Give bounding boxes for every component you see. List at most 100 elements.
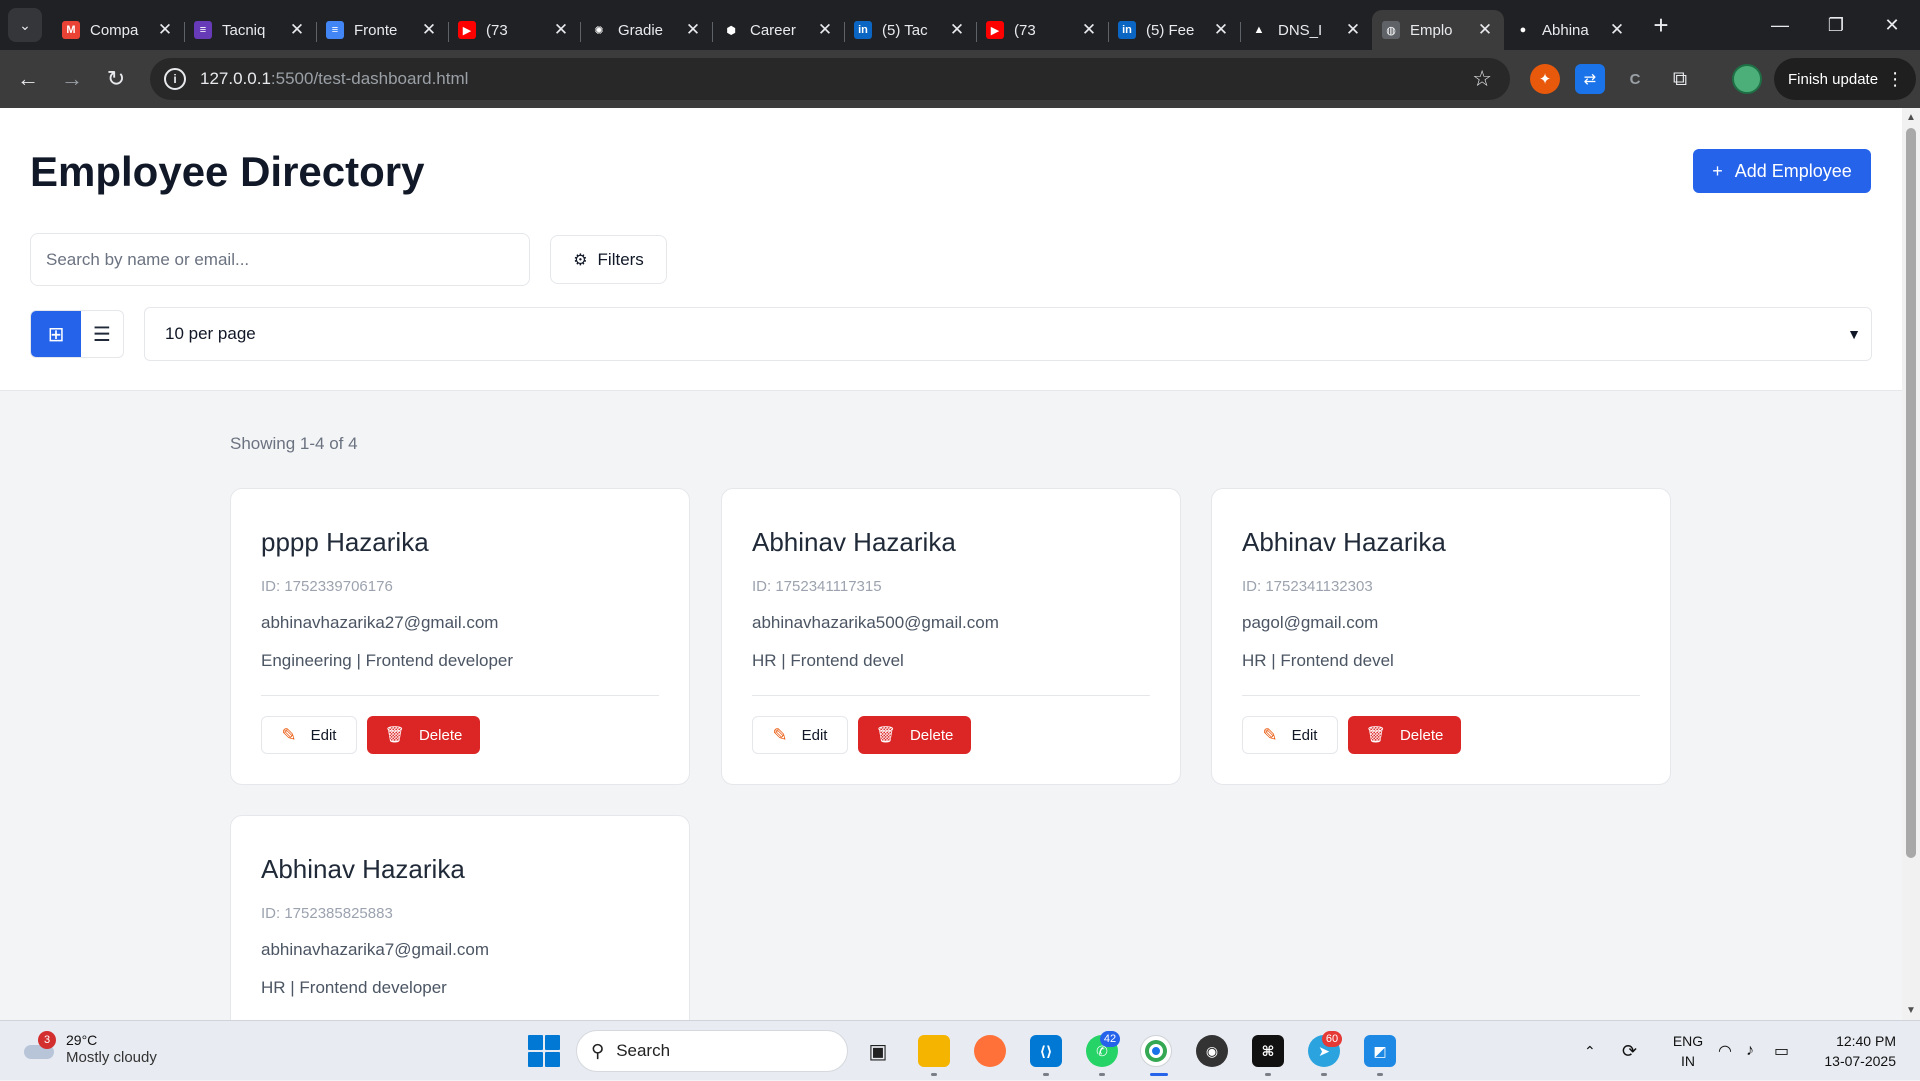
employee-card: Abhinav Hazarika ID: 1752341117315 abhinav… [721, 488, 1181, 785]
task-view-icon[interactable]: ▣ [862, 1035, 894, 1067]
browser-tab[interactable]: ✺ Gradie ✕ [580, 10, 712, 50]
firefox-icon[interactable] [974, 1035, 1006, 1067]
file-explorer-icon[interactable] [918, 1035, 950, 1067]
employee-id: ID: 1752341132303 [1242, 578, 1373, 595]
scroll-down-icon[interactable]: ▼ [1906, 1005, 1916, 1016]
employee-email: pagol@gmail.com [1242, 613, 1379, 632]
shield-icon: ⬢ [722, 21, 740, 39]
list-view-button[interactable]: ☰ [81, 311, 123, 357]
close-tab-icon[interactable]: ✕ [1608, 20, 1626, 40]
extension-icon[interactable]: ✦ [1530, 64, 1560, 94]
scroll-up-icon[interactable]: ▲ [1906, 112, 1916, 123]
employee-id: ID: 1752385825883 [261, 905, 393, 922]
browser-tab[interactable]: ▲ DNS_I ✕ [1240, 10, 1372, 50]
battery-icon[interactable]: ▭ [1774, 1021, 1789, 1081]
close-tab-icon[interactable]: ✕ [684, 20, 702, 40]
browser-tab[interactable]: ⬢ Career ✕ [712, 10, 844, 50]
per-page-select[interactable]: 10 per page ▼ [144, 307, 1872, 361]
language-indicator[interactable]: ENG IN [1668, 1031, 1708, 1071]
browser-tab[interactable]: ≡ Fronte ✕ [316, 10, 448, 50]
lang-line2: IN [1681, 1053, 1695, 1069]
page-scrollbar[interactable]: ▲ ▼ [1902, 108, 1920, 1020]
tab-title: Gradie [618, 21, 664, 39]
sync-icon[interactable]: ⟳ [1622, 1021, 1637, 1081]
close-tab-icon[interactable]: ✕ [948, 20, 966, 40]
browser-tab[interactable]: M Compa ✕ [52, 10, 184, 50]
extension-icon[interactable]: C [1620, 64, 1650, 94]
pencil-icon: ✎ [281, 724, 297, 745]
wifi-icon[interactable]: ◠ [1718, 1021, 1732, 1081]
card-divider [752, 695, 1150, 696]
obs-icon[interactable]: ◉ [1196, 1035, 1228, 1067]
show-hidden-icons[interactable]: ⌃ [1584, 1021, 1596, 1081]
grid-view-button[interactable]: ⊞ [31, 311, 81, 357]
delete-button[interactable]: 🗑 Delete [1348, 716, 1461, 754]
site-info-icon[interactable]: i [164, 68, 186, 90]
weather-widget[interactable]: 3 29°C Mostly cloudy [22, 1031, 157, 1067]
finish-update-button[interactable]: Finish update ⋮ [1774, 58, 1917, 100]
start-button[interactable] [528, 1035, 560, 1067]
tab-strip: ⌄ M Compa ✕ ≡ Tacniq ✕ ≡ Fronte ✕ ▶ (73 ✕ ✺ Gradie ✕ ⬢ C… [0, 0, 1920, 50]
tab-title: Abhina [1542, 21, 1589, 39]
new-tab-button[interactable]: + [1646, 10, 1676, 41]
employee-email: abhinavhazarika27@gmail.com [261, 613, 499, 632]
browser-tab[interactable]: ≡ Tacniq ✕ [184, 10, 316, 50]
close-tab-icon[interactable]: ✕ [156, 20, 174, 40]
close-tab-icon[interactable]: ✕ [420, 20, 438, 40]
photos-icon[interactable]: ◩ [1364, 1035, 1396, 1067]
linkedin-icon: in [854, 21, 872, 39]
back-icon[interactable]: ← [6, 57, 50, 101]
minimize-icon[interactable]: — [1752, 0, 1808, 50]
employee-name: pppp Hazarika [261, 527, 429, 557]
add-employee-button[interactable]: + Add Employee [1693, 149, 1871, 193]
tab-title: (5) Fee [1146, 21, 1195, 39]
tab-title: Tacniq [222, 21, 266, 39]
bookmark-star-icon[interactable]: ☆ [1472, 66, 1492, 92]
forward-icon[interactable]: → [50, 57, 94, 101]
profile-avatar[interactable] [1732, 64, 1762, 94]
browser-tab[interactable]: ◍ Emplo ✕ [1372, 10, 1504, 50]
edit-button[interactable]: ✎ Edit [752, 716, 848, 754]
close-tab-icon[interactable]: ✕ [1476, 20, 1494, 40]
clock[interactable]: 12:40 PM 13-07-2025 [1810, 1031, 1896, 1071]
filters-button[interactable]: ⚙ Filters [550, 235, 667, 284]
extensions-puzzle-icon[interactable]: ⧉ [1665, 64, 1695, 94]
edit-button[interactable]: ✎ Edit [1242, 716, 1338, 754]
browser-tab[interactable]: in (5) Fee ✕ [1108, 10, 1240, 50]
browser-tab[interactable]: ● Abhina ✕ [1504, 10, 1636, 50]
more-menu-icon[interactable]: ⋮ [1886, 69, 1904, 90]
forms-icon: ≡ [194, 21, 212, 39]
vscode-icon[interactable]: ⟨⟩ [1030, 1035, 1062, 1067]
capcut-icon[interactable]: ⌘ [1252, 1035, 1284, 1067]
taskbar-search-label: Search [616, 1041, 671, 1060]
close-tab-icon[interactable]: ✕ [552, 20, 570, 40]
taskbar: 3 29°C Mostly cloudy ⚲ Search ▣ ⟨⟩ ✆ 42 … [0, 1020, 1920, 1080]
edit-button[interactable]: ✎ Edit [261, 716, 357, 754]
chrome-icon[interactable] [1140, 1035, 1172, 1067]
scrollbar-thumb[interactable] [1906, 128, 1916, 858]
close-tab-icon[interactable]: ✕ [816, 20, 834, 40]
browser-tab[interactable]: ▶ (73 ✕ [448, 10, 580, 50]
volume-icon[interactable]: ♪ [1746, 1021, 1754, 1081]
weather-badge: 3 [38, 1031, 56, 1049]
close-tab-icon[interactable]: ✕ [1212, 20, 1230, 40]
search-input[interactable] [30, 233, 530, 286]
tab-search-button[interactable]: ⌄ [8, 8, 42, 42]
reload-icon[interactable]: ↻ [94, 57, 138, 101]
browser-tab[interactable]: in (5) Tac ✕ [844, 10, 976, 50]
close-tab-icon[interactable]: ✕ [288, 20, 306, 40]
close-window-icon[interactable]: ✕ [1864, 0, 1920, 50]
close-tab-icon[interactable]: ✕ [1344, 20, 1362, 40]
close-tab-icon[interactable]: ✕ [1080, 20, 1098, 40]
taskbar-search[interactable]: ⚲ Search [576, 1030, 848, 1072]
browser-tab[interactable]: ▶ (73 ✕ [976, 10, 1108, 50]
extension-icon[interactable]: ⇄ [1575, 64, 1605, 94]
delete-button[interactable]: 🗑 Delete [858, 716, 971, 754]
delete-label: Delete [909, 726, 954, 744]
address-bar[interactable]: i 127.0.0.1:5500/test-dashboard.html ☆ [150, 58, 1510, 100]
chevron-down-icon: ⌄ [19, 16, 31, 33]
tab-title: (73 [486, 21, 508, 39]
add-employee-label: Add Employee [1734, 160, 1852, 181]
restore-icon[interactable]: ❐ [1808, 0, 1864, 50]
delete-button[interactable]: 🗑 Delete [367, 716, 480, 754]
